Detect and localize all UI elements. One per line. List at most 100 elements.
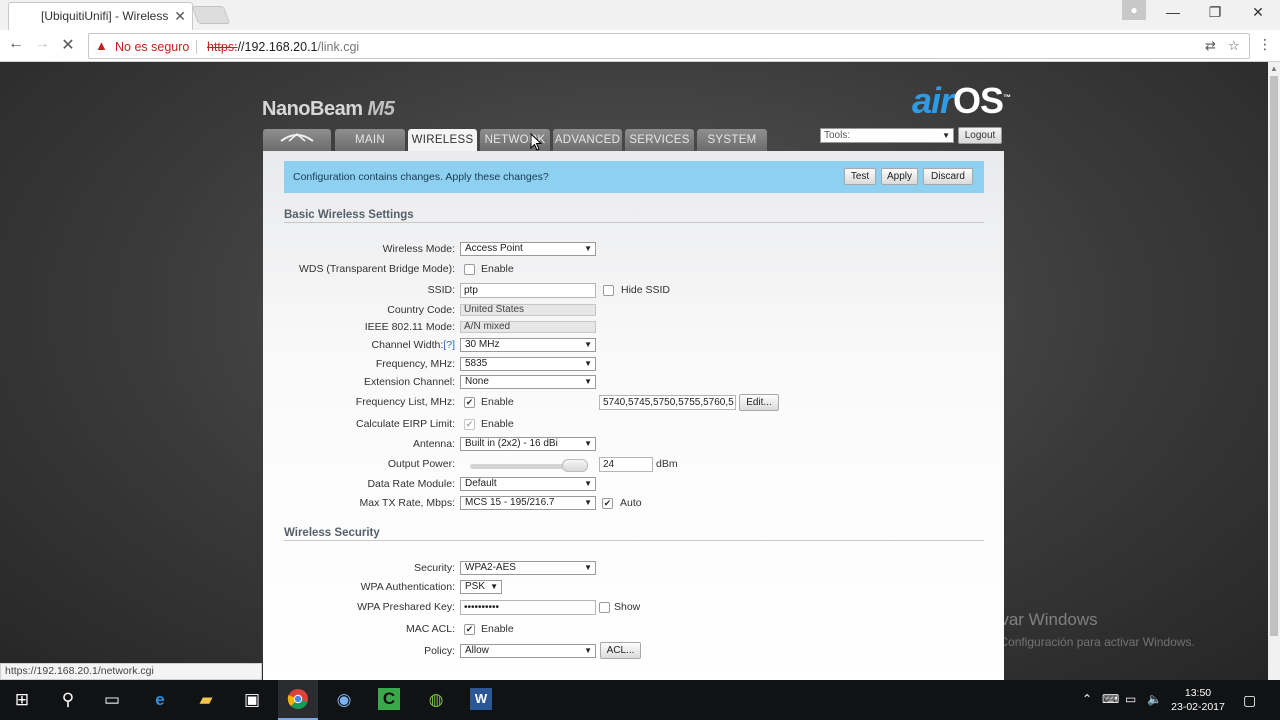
tools-select[interactable]: Tools: ▼	[820, 128, 954, 143]
task-view-icon[interactable]: ▭	[100, 688, 124, 712]
data-rate-select[interactable]: Default ▼	[460, 477, 596, 491]
start-windows-icon[interactable]: ⊞	[10, 688, 34, 712]
stop-loading-icon[interactable]: ✕	[58, 35, 78, 55]
app-globe-icon[interactable]: ◍	[424, 688, 448, 712]
volume-icon[interactable]: 🔈	[1147, 692, 1162, 706]
translate-icon[interactable]: ⇄	[1205, 38, 1216, 54]
extension-channel-value: None	[465, 376, 489, 387]
edge-browser-icon[interactable]: e	[148, 688, 172, 712]
new-tab-button[interactable]	[191, 6, 231, 24]
hide-ssid-checkbox[interactable]	[603, 285, 614, 296]
hide-ssid-label: Hide SSID	[621, 284, 671, 296]
chevron-down-icon: ▼	[584, 377, 592, 386]
tab-services[interactable]: SERVICES	[625, 129, 694, 151]
output-power-slider-handle[interactable]	[562, 459, 588, 472]
back-icon[interactable]: ←	[6, 35, 26, 53]
forward-icon[interactable]: →	[32, 35, 52, 53]
logout-button[interactable]: Logout	[958, 127, 1002, 144]
tab-system[interactable]: SYSTEM	[697, 129, 767, 151]
antenna-select[interactable]: Built in (2x2) - 16 dBi ▼	[460, 437, 596, 451]
security-title: Wireless Security	[284, 527, 380, 539]
mac-acl-checkbox[interactable]: ✔	[464, 624, 475, 635]
url-scheme: https:	[207, 40, 238, 54]
url-path: /link.cgi	[317, 40, 360, 54]
ubiquiti-logo-icon	[280, 133, 314, 142]
frequency-value: 5835	[465, 358, 488, 369]
extension-channel-label: Extension Channel:	[363, 376, 455, 388]
show-key-checkbox[interactable]	[599, 602, 610, 613]
profile-icon[interactable]: ●	[1122, 0, 1146, 20]
taskbar-clock[interactable]: 13:50 23-02-2017	[1170, 686, 1226, 714]
tray-chevron-up-icon[interactable]: ⌃	[1082, 692, 1092, 706]
channel-width-value: 30 MHz	[465, 339, 500, 350]
max-tx-auto-label: Auto	[620, 497, 642, 509]
extension-channel-select[interactable]: None ▼	[460, 375, 596, 389]
tab-wireless[interactable]: WIRELESS	[408, 129, 477, 152]
frequency-list-checkbox[interactable]: ✔	[464, 397, 475, 408]
chevron-down-icon: ▼	[584, 340, 592, 349]
bookmark-star-icon[interactable]: ☆	[1228, 38, 1240, 54]
minimize-button[interactable]: —	[1158, 4, 1188, 20]
chrome-icon[interactable]	[286, 688, 310, 712]
output-power-label: Output Power:	[387, 458, 455, 470]
close-tab-icon[interactable]: ✕	[174, 8, 186, 25]
frequency-select[interactable]: 5835 ▼	[460, 357, 596, 371]
test-button[interactable]: Test	[844, 168, 876, 185]
network-icon[interactable]: ▭	[1125, 692, 1136, 706]
wireless-mode-value: Access Point	[465, 243, 523, 254]
max-tx-select[interactable]: MCS 15 - 195/216.7 ▼	[460, 496, 596, 510]
wpa-auth-select[interactable]: PSK ▼	[460, 580, 502, 594]
browser-menu-icon[interactable]: ⋮	[1258, 36, 1272, 53]
wpa-key-input[interactable]: ••••••••••	[460, 600, 596, 615]
page-content: NanoBeam M5 airOS™ MAIN WIRELESS NETWORK…	[0, 62, 1268, 680]
eirp-enable-label: Enable	[481, 418, 514, 430]
security-select[interactable]: WPA2-AES ▼	[460, 561, 596, 575]
channel-width-help-link[interactable]: [?]	[443, 339, 455, 351]
product-name: NanoBeam	[262, 98, 363, 120]
scrollbar-thumb[interactable]	[1270, 76, 1278, 636]
section-divider	[284, 540, 984, 541]
scroll-up-icon[interactable]: ▲	[1270, 64, 1278, 73]
frequency-list-edit-button[interactable]: Edit...	[739, 394, 779, 411]
url-text: https://192.168.20.1/link.cgi	[207, 40, 359, 54]
output-power-input[interactable]: 24	[599, 457, 653, 472]
store-icon[interactable]: ▣	[240, 688, 264, 712]
section-divider	[284, 222, 984, 223]
word-icon[interactable]: W	[470, 688, 492, 710]
wds-checkbox[interactable]	[464, 264, 475, 275]
acl-button[interactable]: ACL...	[600, 642, 641, 659]
input-method-icon[interactable]: ⌨	[1102, 692, 1119, 706]
policy-select[interactable]: Allow ▼	[460, 644, 596, 658]
tab-ubnt-logo[interactable]	[263, 129, 331, 151]
output-power-unit: dBm	[656, 458, 678, 470]
notifications-icon[interactable]: ▢	[1243, 692, 1256, 709]
ssid-input[interactable]: ptp	[460, 283, 596, 298]
max-tx-auto-checkbox[interactable]: ✔	[602, 498, 613, 509]
max-tx-label: Max TX Rate, Mbps:	[359, 497, 455, 509]
discard-button[interactable]: Discard	[923, 168, 973, 185]
browser-tab[interactable]: [UbiquitiUnifi] - Wireless ✕	[8, 2, 193, 30]
channel-width-select[interactable]: 30 MHz ▼	[460, 338, 596, 352]
address-bar[interactable]: ▲ No es seguro https://192.168.20.1/link…	[88, 33, 1250, 59]
file-explorer-icon[interactable]: ▰	[194, 688, 218, 712]
security-value: WPA2-AES	[465, 562, 516, 573]
wireless-mode-select[interactable]: Access Point ▼	[460, 242, 596, 256]
clock-date: 23-02-2017	[1171, 701, 1225, 713]
frequency-list-input[interactable]: 5740,5745,5750,5755,5760,5	[599, 395, 736, 410]
tools-select-value: Tools:	[824, 130, 851, 141]
close-window-button[interactable]: ✕	[1243, 4, 1273, 21]
tab-main[interactable]: MAIN	[335, 129, 405, 151]
restore-button[interactable]: ❐	[1200, 4, 1230, 21]
mac-acl-label: MAC ACL:	[405, 623, 455, 635]
page-scrollbar[interactable]: ▲	[1268, 62, 1280, 680]
eirp-checkbox[interactable]: ✔	[464, 419, 475, 430]
product-logo: NanoBeam M5	[262, 98, 395, 121]
tab-advanced[interactable]: ADVANCED	[553, 129, 622, 151]
airos-os: OS	[953, 80, 1004, 121]
data-rate-value: Default	[465, 478, 497, 489]
app-swirl-icon[interactable]: ◉	[332, 688, 356, 712]
camtasia-icon[interactable]: C	[378, 688, 400, 710]
apply-button[interactable]: Apply	[881, 168, 918, 185]
search-icon[interactable]: ⚲	[56, 688, 80, 712]
wpa-auth-label: WPA Authentication:	[360, 581, 455, 593]
